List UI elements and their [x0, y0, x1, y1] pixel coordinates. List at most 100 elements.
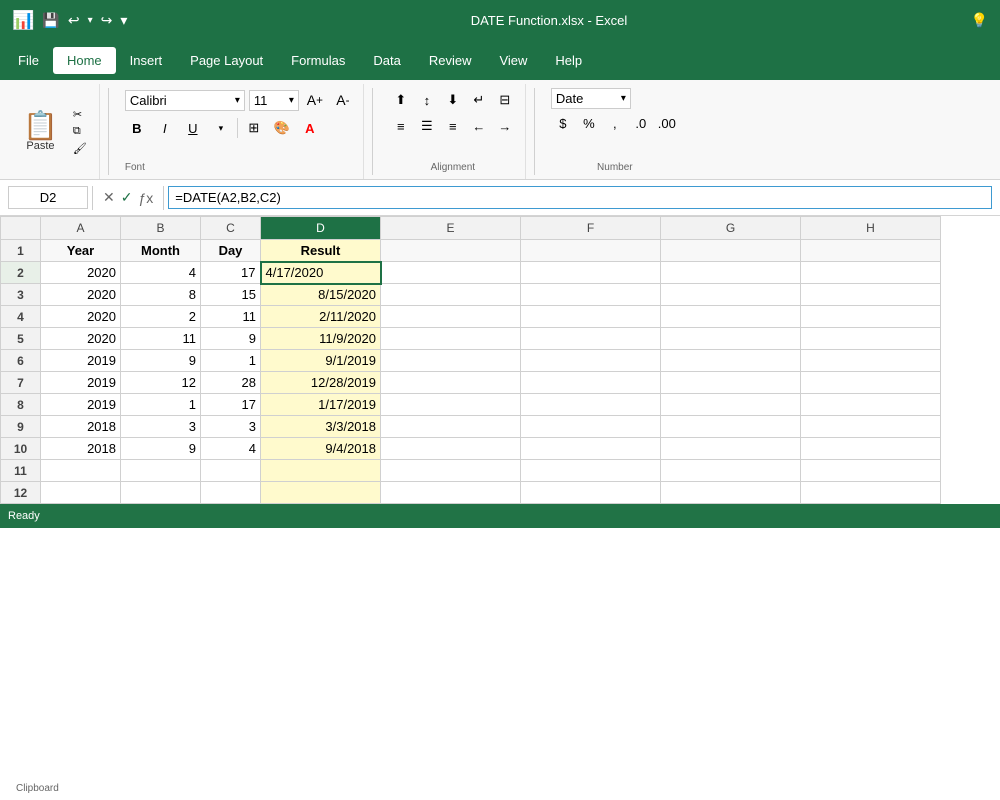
cell-H9[interactable]	[801, 416, 941, 438]
align-top-button[interactable]: ⬆	[389, 88, 413, 112]
cell-E7[interactable]	[381, 372, 521, 394]
cell-H4[interactable]	[801, 306, 941, 328]
font-name-dropdown[interactable]: Calibri ▾	[125, 90, 245, 111]
menu-item-insert[interactable]: Insert	[116, 47, 177, 74]
cell-F5[interactable]	[521, 328, 661, 350]
col-header-e[interactable]: E	[381, 217, 521, 240]
indent-more-button[interactable]: →	[493, 114, 517, 138]
menu-item-home[interactable]: Home	[53, 47, 116, 74]
cell-F8[interactable]	[521, 394, 661, 416]
cell-A6[interactable]: 2019	[41, 350, 121, 372]
row-header-1[interactable]: 1	[1, 240, 41, 262]
cell-C9[interactable]: 3	[201, 416, 261, 438]
row-header-10[interactable]: 10	[1, 438, 41, 460]
cell-E2[interactable]	[381, 262, 521, 284]
cell-H11[interactable]	[801, 460, 941, 482]
cell-G2[interactable]	[661, 262, 801, 284]
col-header-c[interactable]: C	[201, 217, 261, 240]
redo-icon[interactable]: ↪	[101, 12, 113, 29]
col-header-g[interactable]: G	[661, 217, 801, 240]
increase-font-button[interactable]: A+	[303, 88, 327, 112]
cell-A5[interactable]: 2020	[41, 328, 121, 350]
col-header-f[interactable]: F	[521, 217, 661, 240]
cell-C2[interactable]: 17	[201, 262, 261, 284]
cell-F10[interactable]	[521, 438, 661, 460]
cell-B8[interactable]: 1	[121, 394, 201, 416]
font-size-dropdown[interactable]: 11 ▾	[249, 90, 299, 111]
cell-C12[interactable]	[201, 482, 261, 504]
cell-D1[interactable]: Result	[261, 240, 381, 262]
cell-H5[interactable]	[801, 328, 941, 350]
cell-H7[interactable]	[801, 372, 941, 394]
cell-E1[interactable]	[381, 240, 521, 262]
cell-H1[interactable]	[801, 240, 941, 262]
cell-H3[interactable]	[801, 284, 941, 306]
cell-D5[interactable]: 11/9/2020	[261, 328, 381, 350]
cell-B1[interactable]: Month	[121, 240, 201, 262]
italic-button[interactable]: I	[153, 116, 177, 140]
formula-input[interactable]	[168, 186, 992, 209]
cell-B10[interactable]: 9	[121, 438, 201, 460]
cell-G5[interactable]	[661, 328, 801, 350]
cell-H8[interactable]	[801, 394, 941, 416]
merge-button[interactable]: ⊟	[493, 88, 517, 112]
cell-B12[interactable]	[121, 482, 201, 504]
cell-A8[interactable]: 2019	[41, 394, 121, 416]
cell-F3[interactable]	[521, 284, 661, 306]
lightbulb-icon[interactable]: 💡	[971, 12, 988, 29]
cell-G10[interactable]	[661, 438, 801, 460]
cell-D4[interactable]: 2/11/2020	[261, 306, 381, 328]
cell-D2[interactable]: 4/17/2020	[261, 262, 381, 284]
cell-D11[interactable]	[261, 460, 381, 482]
cell-G9[interactable]	[661, 416, 801, 438]
cell-H2[interactable]	[801, 262, 941, 284]
cell-reference-input[interactable]	[8, 186, 88, 209]
cell-F2[interactable]	[521, 262, 661, 284]
align-center-button[interactable]: ☰	[415, 114, 439, 138]
undo-dropdown-icon[interactable]: ▾	[88, 15, 93, 26]
cell-C8[interactable]: 17	[201, 394, 261, 416]
cell-B4[interactable]: 2	[121, 306, 201, 328]
cell-G12[interactable]	[661, 482, 801, 504]
row-header-5[interactable]: 5	[1, 328, 41, 350]
cell-B9[interactable]: 3	[121, 416, 201, 438]
cell-G1[interactable]	[661, 240, 801, 262]
indent-less-button[interactable]: ←	[467, 114, 491, 138]
cell-H12[interactable]	[801, 482, 941, 504]
cell-B5[interactable]: 11	[121, 328, 201, 350]
cell-C6[interactable]: 1	[201, 350, 261, 372]
col-header-b[interactable]: B	[121, 217, 201, 240]
cell-A10[interactable]: 2018	[41, 438, 121, 460]
cell-B7[interactable]: 12	[121, 372, 201, 394]
cell-E11[interactable]	[381, 460, 521, 482]
currency-button[interactable]: $	[551, 111, 575, 135]
menu-item-page layout[interactable]: Page Layout	[176, 47, 277, 74]
row-header-6[interactable]: 6	[1, 350, 41, 372]
cell-B2[interactable]: 4	[121, 262, 201, 284]
save-icon[interactable]: 💾	[42, 12, 59, 29]
cut-button[interactable]: ✂	[69, 107, 91, 122]
row-header-3[interactable]: 3	[1, 284, 41, 306]
cell-A3[interactable]: 2020	[41, 284, 121, 306]
cell-C5[interactable]: 9	[201, 328, 261, 350]
cell-D6[interactable]: 9/1/2019	[261, 350, 381, 372]
cell-E12[interactable]	[381, 482, 521, 504]
border-button[interactable]: ⊞	[242, 116, 266, 140]
cell-A11[interactable]	[41, 460, 121, 482]
number-format-dropdown[interactable]: Date ▾	[551, 88, 631, 109]
cell-E3[interactable]	[381, 284, 521, 306]
cell-D12[interactable]	[261, 482, 381, 504]
align-right-button[interactable]: ≡	[441, 114, 465, 138]
underline-button[interactable]: U	[181, 116, 205, 140]
row-header-11[interactable]: 11	[1, 460, 41, 482]
cell-B6[interactable]: 9	[121, 350, 201, 372]
cell-E4[interactable]	[381, 306, 521, 328]
cell-B3[interactable]: 8	[121, 284, 201, 306]
cell-A9[interactable]: 2018	[41, 416, 121, 438]
cell-E5[interactable]	[381, 328, 521, 350]
cell-A1[interactable]: Year	[41, 240, 121, 262]
cell-C1[interactable]: Day	[201, 240, 261, 262]
undo-icon[interactable]: ↩	[68, 12, 80, 29]
cell-G7[interactable]	[661, 372, 801, 394]
cell-A4[interactable]: 2020	[41, 306, 121, 328]
